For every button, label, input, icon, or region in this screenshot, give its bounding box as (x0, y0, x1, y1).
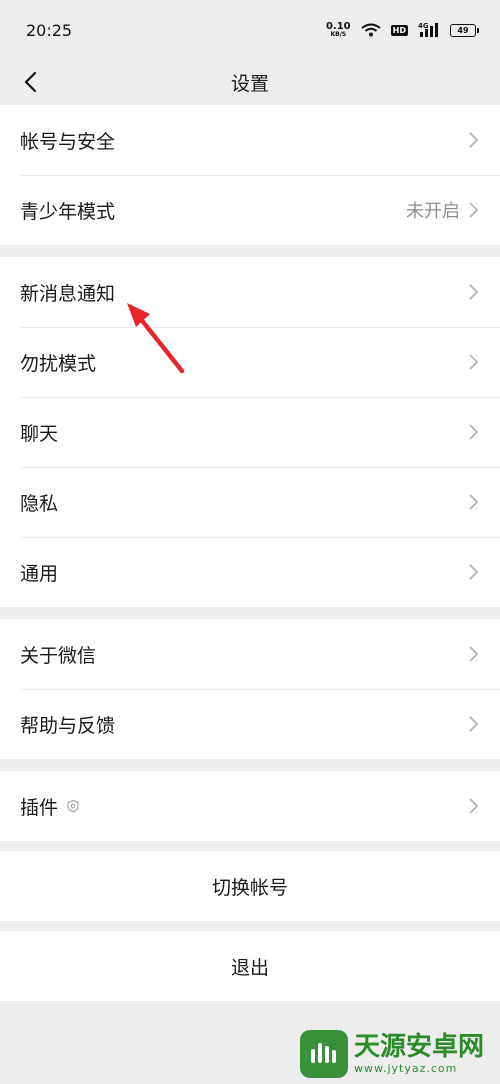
switch-account-button[interactable]: 切换帐号 (0, 851, 500, 921)
signal-icon: 4G (418, 22, 438, 37)
row-privacy[interactable]: 隐私 (0, 467, 500, 537)
chevron-right-icon (469, 202, 479, 218)
net-speed-indicator: 0.10 KB/S (326, 22, 351, 38)
row-plugins[interactable]: 插件 (0, 771, 500, 841)
row-teen-mode[interactable]: 青少年模式 未开启 (0, 175, 500, 245)
hd-badge: HD (390, 24, 408, 36)
net-speed-unit: KB/S (330, 31, 347, 38)
row-label: 帮助与反馈 (20, 714, 116, 737)
back-button[interactable] (14, 66, 46, 98)
chevron-right-icon (469, 354, 479, 370)
status-icons: 0.10 KB/S HD 4G 49 (326, 22, 479, 38)
back-arrow-icon (24, 71, 37, 93)
watermark: 天源安卓网 www.jytyaz.com (300, 1030, 484, 1078)
row-label: 隐私 (20, 492, 59, 515)
wifi-icon (361, 23, 381, 37)
chevron-right-icon (469, 564, 479, 580)
row-label: 新消息通知 (20, 282, 116, 305)
row-label: 帐号与安全 (20, 130, 116, 153)
row-label: 勿扰模式 (20, 352, 97, 375)
chevron-right-icon (469, 798, 479, 814)
row-do-not-disturb[interactable]: 勿扰模式 (0, 327, 500, 397)
settings-group-general: 新消息通知 勿扰模式 聊天 隐私 通用 (0, 257, 500, 607)
row-label: 关于微信 (20, 644, 97, 667)
plugin-shield-icon (67, 799, 79, 813)
row-label: 青少年模式 (20, 200, 116, 223)
row-label: 聊天 (20, 422, 59, 445)
svg-text:4G: 4G (418, 22, 429, 30)
row-label: 通用 (20, 562, 59, 585)
battery-icon: 49 (450, 23, 479, 37)
settings-group-plugins: 插件 (0, 771, 500, 841)
watermark-title: 天源安卓网 (354, 1032, 485, 1063)
chevron-right-icon (469, 494, 479, 510)
settings-group-about: 关于微信 帮助与反馈 (0, 619, 500, 759)
watermark-logo-icon (300, 1030, 348, 1078)
logout-button[interactable]: 退出 (0, 931, 500, 1001)
settings-group-account: 帐号与安全 青少年模式 未开启 (0, 105, 500, 245)
chevron-right-icon (469, 716, 479, 732)
status-bar: 20:25 0.10 KB/S HD 4G 49 (0, 0, 500, 60)
page-title: 设置 (230, 72, 269, 95)
row-value: 未开启 (406, 201, 460, 222)
chevron-right-icon (469, 284, 479, 300)
row-label: 插件 (20, 796, 59, 819)
row-general[interactable]: 通用 (0, 537, 500, 607)
row-label-plugins: 插件 (20, 793, 80, 820)
nav-bar: 设置 (0, 60, 500, 104)
row-help-feedback[interactable]: 帮助与反馈 (0, 689, 500, 759)
chevron-right-icon (469, 646, 479, 662)
row-chat[interactable]: 聊天 (0, 397, 500, 467)
watermark-url: www.jytyaz.com (354, 1061, 458, 1075)
chevron-right-icon (469, 424, 479, 440)
chevron-right-icon (469, 132, 479, 148)
row-about-wechat[interactable]: 关于微信 (0, 619, 500, 689)
status-time: 20:25 (26, 20, 73, 40)
row-account-security[interactable]: 帐号与安全 (0, 105, 500, 175)
row-new-message-notification[interactable]: 新消息通知 (0, 257, 500, 327)
